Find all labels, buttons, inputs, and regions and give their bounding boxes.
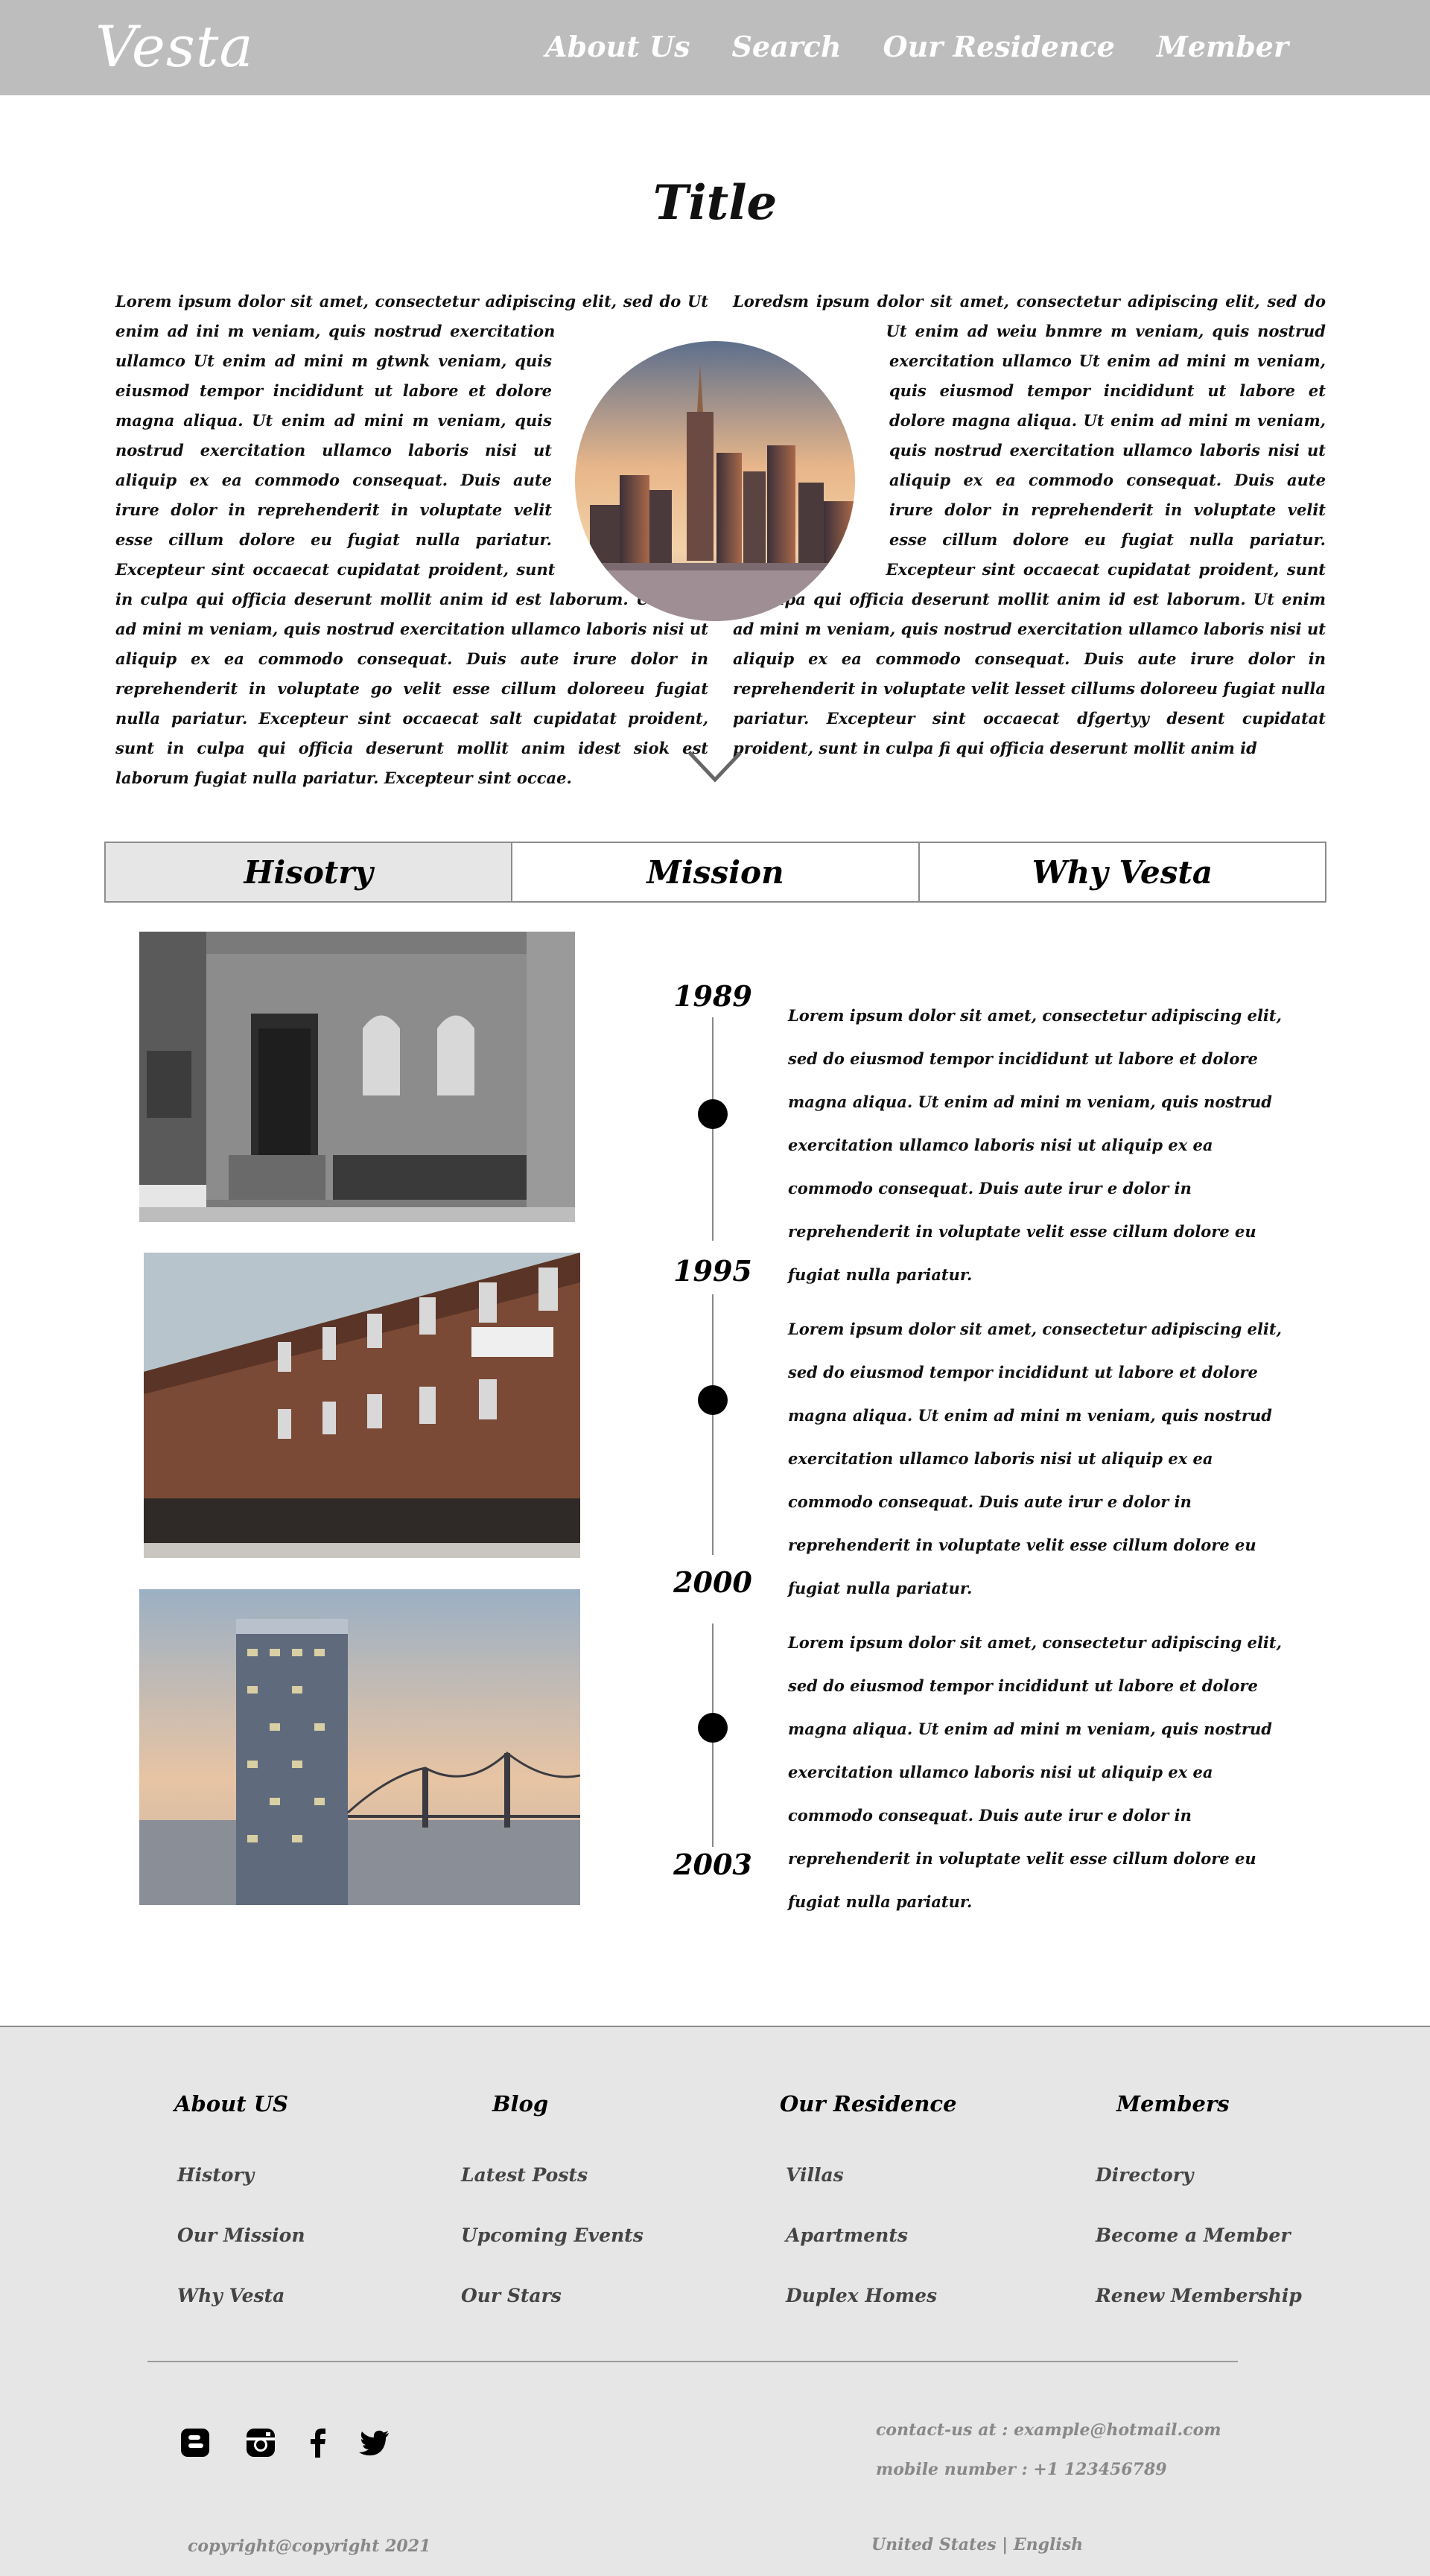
- bay-bridge-tower-photo: [139, 1589, 580, 1905]
- facebook-icon[interactable]: [302, 2426, 334, 2459]
- timeline-description: Lorem ipsum dolor sit amet, consectetur …: [788, 1320, 1282, 1597]
- footer-link-directory[interactable]: Directory: [1096, 2164, 1193, 2186]
- nav-our-residence[interactable]: Our Residence: [883, 30, 1115, 63]
- footer-link-villas[interactable]: Villas: [786, 2164, 844, 2186]
- nav-member[interactable]: Member: [1157, 30, 1288, 63]
- page-title: Title: [652, 175, 778, 231]
- blogger-icon[interactable]: [179, 2426, 212, 2459]
- site-logo[interactable]: Vesta: [95, 13, 254, 80]
- history-tabs: Hisotry Mission Why Vesta: [104, 842, 1326, 903]
- timeline-year: 1995: [673, 1254, 752, 1288]
- timeline-description: Lorem ipsum dolor sit amet, consectetur …: [788, 1006, 1282, 1284]
- chevron-down-icon[interactable]: [687, 748, 743, 786]
- twitter-icon[interactable]: [358, 2426, 390, 2459]
- timeline-dot: [698, 1713, 728, 1743]
- city-skyline-image: [575, 341, 855, 621]
- tab-why-vesta[interactable]: Why Vesta: [919, 843, 1325, 901]
- contact-phone[interactable]: mobile number : +1 123456789: [876, 2460, 1167, 2479]
- site-header: Vesta About Us Search Our Residence Memb…: [0, 0, 1430, 95]
- footer-heading-blog: Blog: [492, 2091, 549, 2117]
- timeline-dot: [698, 1385, 728, 1415]
- footer-link-duplex-homes[interactable]: Duplex Homes: [786, 2285, 937, 2306]
- tab-mission[interactable]: Mission: [512, 843, 920, 901]
- timeline-line: [712, 1294, 714, 1555]
- footer-heading-our-residence: Our Residence: [780, 2091, 957, 2117]
- footer-link-why-vesta[interactable]: Why Vesta: [177, 2285, 285, 2306]
- footer-divider: [147, 2361, 1238, 2362]
- timeline-description: Lorem ipsum dolor sit amet, consectetur …: [788, 1633, 1282, 1911]
- nav-about-us[interactable]: About Us: [545, 30, 690, 63]
- nav-search[interactable]: Search: [731, 30, 841, 63]
- main-nav: About Us Search Our Residence Member: [545, 30, 1288, 63]
- instagram-icon[interactable]: [244, 2426, 277, 2459]
- tab-history[interactable]: Hisotry: [106, 843, 513, 901]
- copyright-text: copyright@copyright 2021: [188, 2537, 431, 2556]
- timeline-line: [712, 1017, 714, 1241]
- footer-link-renew-membership[interactable]: Renew Membership: [1096, 2285, 1302, 2306]
- footer-link-latest-posts[interactable]: Latest Posts: [461, 2164, 588, 2186]
- brick-rowhouses-photo: [144, 1253, 580, 1558]
- footer-link-upcoming-events[interactable]: Upcoming Events: [461, 2224, 644, 2246]
- footer-link-our-mission[interactable]: Our Mission: [177, 2224, 305, 2246]
- locale-selector[interactable]: United States | English: [871, 2535, 1083, 2554]
- timeline-year: 2000: [673, 1565, 752, 1599]
- footer-heading-members: Members: [1116, 2091, 1230, 2117]
- timeline-year: 2003: [673, 1848, 752, 1881]
- footer-link-apartments[interactable]: Apartments: [786, 2224, 908, 2246]
- footer-heading-about-us: About US: [174, 2091, 288, 2117]
- timeline-dot: [698, 1099, 728, 1129]
- timeline-year: 1989: [673, 979, 752, 1013]
- footer-link-history[interactable]: History: [177, 2164, 254, 2186]
- footer-link-our-stars[interactable]: Our Stars: [461, 2285, 562, 2306]
- brownstone-doorway-photo: [139, 932, 575, 1222]
- footer-link-become-a-member[interactable]: Become a Member: [1096, 2224, 1291, 2246]
- contact-email[interactable]: contact-us at : example@hotmail.com: [876, 2420, 1221, 2440]
